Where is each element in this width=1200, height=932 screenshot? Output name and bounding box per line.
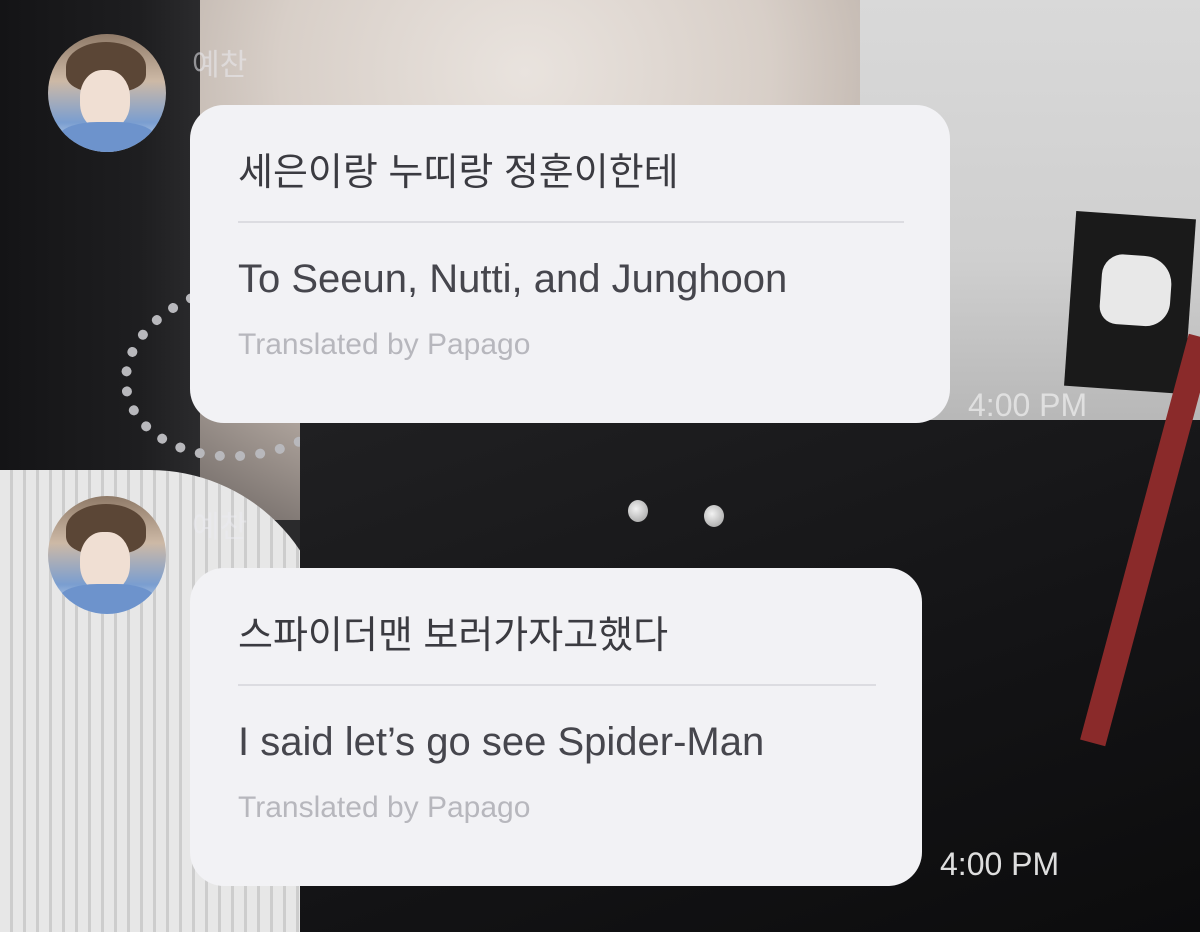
translation-credit: Translated by Papago bbox=[238, 328, 531, 361]
background-poster bbox=[1064, 211, 1196, 394]
background-stud bbox=[704, 505, 724, 527]
original-text: 스파이더맨 보러가자고했다 bbox=[238, 615, 669, 657]
divider bbox=[238, 221, 904, 223]
message-bubble[interactable]: 세은이랑 누띠랑 정훈이한테 To Seeun, Nutti, and Jung… bbox=[190, 105, 950, 423]
sender-name: 예찬 bbox=[192, 49, 248, 82]
translated-text: To Seeun, Nutti, and Junghoon bbox=[238, 257, 788, 301]
message-bubble[interactable]: 스파이더맨 보러가자고했다 I said let’s go see Spider… bbox=[190, 568, 922, 886]
timestamp: 4:00 PM bbox=[940, 846, 1060, 882]
avatar[interactable] bbox=[48, 34, 166, 152]
avatar[interactable] bbox=[48, 496, 166, 614]
timestamp: 4:00 PM bbox=[968, 387, 1088, 423]
translated-text: I said let’s go see Spider-Man bbox=[238, 720, 765, 764]
translation-credit: Translated by Papago bbox=[238, 791, 531, 824]
sender-name: 예찬 bbox=[192, 511, 248, 544]
original-text: 세은이랑 누띠랑 정훈이한테 bbox=[238, 152, 679, 194]
background-stud bbox=[628, 500, 648, 522]
divider bbox=[238, 684, 876, 686]
